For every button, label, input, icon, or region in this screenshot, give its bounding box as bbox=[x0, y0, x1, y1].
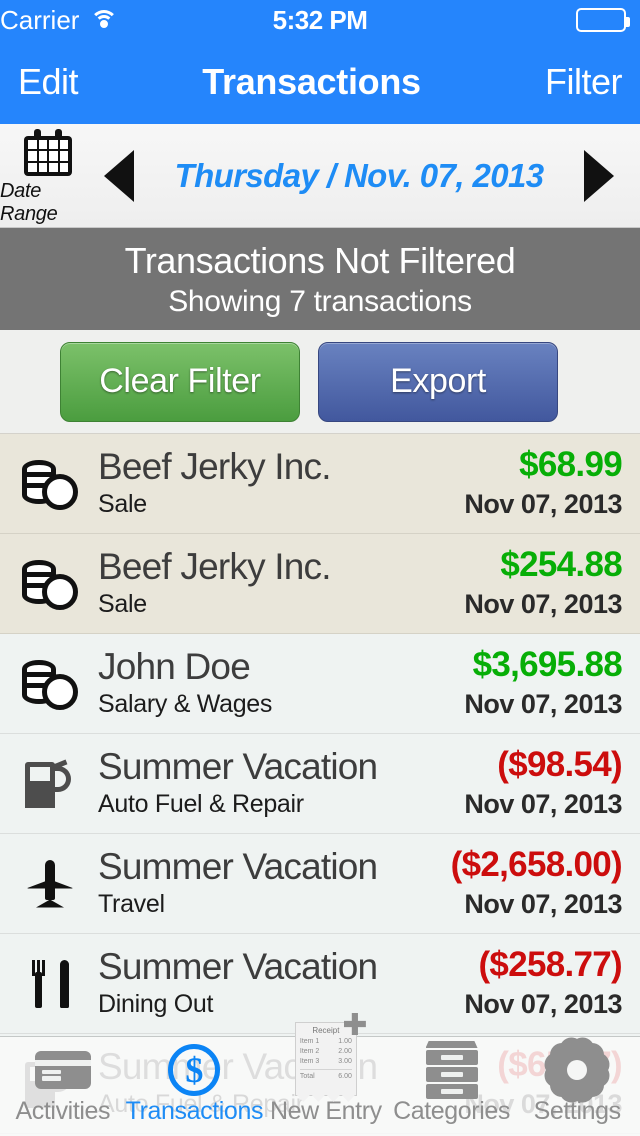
transaction-values: ($98.54) Nov 07, 2013 bbox=[464, 745, 622, 820]
edit-button[interactable]: Edit bbox=[18, 61, 79, 103]
tab-label: Activities bbox=[15, 1097, 111, 1125]
tab-categories[interactable]: Categories bbox=[389, 1041, 515, 1126]
transaction-amount: $254.88 bbox=[500, 545, 622, 585]
page-title: Transactions bbox=[202, 61, 421, 102]
transaction-icon bbox=[14, 658, 86, 710]
transaction-title: John Doe bbox=[98, 645, 251, 687]
tab-icon-wrapper: $ bbox=[168, 1044, 221, 1096]
transaction-category: Travel bbox=[98, 890, 165, 919]
tab-new-entry[interactable]: Receipt Item 1 1.00 Item 2 2.00 Item 3 3.00 Tot… bbox=[263, 1013, 389, 1126]
transaction-icon bbox=[14, 458, 86, 510]
tab-label: Transactions bbox=[125, 1097, 264, 1125]
transaction-category: Sale bbox=[98, 490, 147, 519]
filter-status-banner: Transactions Not Filtered Showing 7 tran… bbox=[0, 228, 640, 330]
transaction-category: Salary & Wages bbox=[98, 690, 273, 719]
transaction-amount: $68.99 bbox=[519, 445, 623, 485]
credit-card-icon bbox=[34, 1051, 91, 1089]
table-row[interactable]: Summer Vacation Dining Out ($258.77) Nov 07… bbox=[0, 934, 640, 1034]
navigation-bar: Edit Transactions Filter bbox=[0, 40, 640, 124]
transaction-details: Summer Vacation Dining Out bbox=[86, 945, 464, 1020]
clear-filter-button[interactable]: Clear Filter bbox=[60, 341, 300, 422]
table-row[interactable]: John Doe Salary & Wages $3,695.88 Nov 07, 2… bbox=[0, 634, 640, 734]
transaction-values: $254.88 Nov 07, 2013 bbox=[464, 545, 622, 620]
transaction-date: Nov 07, 2013 bbox=[464, 988, 622, 1019]
transaction-details: Beef Jerky Inc. Sale bbox=[86, 445, 464, 520]
tab-icon-wrapper bbox=[540, 1033, 615, 1107]
transaction-title: Beef Jerky Inc. bbox=[98, 445, 332, 487]
tab-bar: Activities $ Transactions Receipt Item 1 1.00… bbox=[0, 1013, 640, 1136]
file-cabinet-icon bbox=[425, 1041, 478, 1099]
tab-icon-wrapper bbox=[425, 1041, 478, 1099]
date-range-bar: Date Range Thursday / Nov. 07, 2013 bbox=[0, 124, 640, 228]
filter-button[interactable]: Filter bbox=[545, 61, 623, 103]
calendar-icon bbox=[23, 129, 73, 179]
clock-label: 5:32 PM bbox=[272, 4, 368, 35]
table-row[interactable]: Beef Jerky Inc. Sale $68.99 Nov 07, 2013 bbox=[0, 434, 640, 534]
transaction-details: Summer Vacation Travel bbox=[86, 845, 451, 920]
transaction-date: Nov 07, 2013 bbox=[464, 888, 622, 919]
transaction-date: Nov 07, 2013 bbox=[464, 488, 622, 519]
date-range-label: Date Range bbox=[0, 180, 58, 225]
dining-icon bbox=[28, 958, 72, 1010]
transaction-date: Nov 07, 2013 bbox=[464, 788, 622, 819]
coins-icon bbox=[22, 558, 78, 610]
transaction-title: Summer Vacation bbox=[98, 945, 378, 987]
export-button[interactable]: Export bbox=[318, 341, 558, 422]
transaction-category: Auto Fuel & Repair bbox=[98, 790, 304, 819]
transaction-icon bbox=[14, 758, 86, 810]
dollar-circle-icon: $ bbox=[168, 1044, 221, 1096]
gear-icon bbox=[540, 1033, 615, 1107]
transaction-icon bbox=[14, 958, 86, 1010]
transaction-details: John Doe Salary & Wages bbox=[86, 645, 464, 720]
transaction-title: Summer Vacation bbox=[98, 745, 378, 787]
coins-icon bbox=[22, 458, 78, 510]
transaction-category: Dining Out bbox=[98, 990, 214, 1019]
tab-icon-wrapper bbox=[34, 1045, 91, 1095]
transaction-details: Summer Vacation Auto Fuel & Repair bbox=[86, 745, 464, 820]
transaction-amount: ($258.77) bbox=[478, 945, 622, 985]
status-bar: Carrier 5:32 PM bbox=[0, 0, 640, 40]
transaction-icon bbox=[14, 558, 86, 610]
next-date-button[interactable] bbox=[584, 149, 614, 202]
transaction-values: ($258.77) Nov 07, 2013 bbox=[464, 945, 622, 1020]
table-row[interactable]: Beef Jerky Inc. Sale $254.88 Nov 07, 2013 bbox=[0, 534, 640, 634]
tab-activities[interactable]: Activities bbox=[0, 1045, 126, 1126]
transaction-count-text: Showing 7 transactions bbox=[168, 284, 472, 318]
transaction-values: $68.99 Nov 07, 2013 bbox=[464, 445, 623, 520]
transaction-amount: ($2,658.00) bbox=[450, 845, 623, 885]
current-date-label: Thursday / Nov. 07, 2013 bbox=[174, 156, 545, 194]
tab-label: New Entry bbox=[270, 1097, 382, 1125]
transaction-icon bbox=[14, 858, 86, 910]
receipt-plus-icon: Receipt Item 1 1.00 Item 2 2.00 Item 3 3.00 Tot… bbox=[294, 1013, 366, 1102]
transaction-amount: ($98.54) bbox=[497, 745, 622, 785]
tab-transactions[interactable]: $ Transactions bbox=[125, 1044, 264, 1126]
transaction-date: Nov 07, 2013 bbox=[464, 688, 622, 719]
tab-icon-wrapper: Receipt Item 1 1.00 Item 2 2.00 Item 3 3.00 Tot… bbox=[294, 1013, 366, 1102]
transaction-title: Beef Jerky Inc. bbox=[98, 545, 332, 587]
previous-date-button[interactable] bbox=[104, 149, 134, 202]
transaction-date: Nov 07, 2013 bbox=[464, 588, 622, 619]
coins-icon bbox=[22, 658, 78, 710]
transaction-values: $3,695.88 Nov 07, 2013 bbox=[464, 645, 623, 720]
fuel-icon bbox=[23, 758, 77, 810]
battery-icon bbox=[576, 8, 630, 32]
table-row[interactable]: Summer Vacation Travel ($2,658.00) Nov 07, … bbox=[0, 834, 640, 934]
actions-row: Clear Filter Export bbox=[0, 330, 640, 434]
transaction-amount: $3,695.88 bbox=[472, 645, 623, 685]
transaction-title: Summer Vacation bbox=[98, 845, 378, 887]
date-range-button[interactable]: Date Range bbox=[0, 125, 96, 226]
table-row[interactable]: Summer Vacation Auto Fuel & Repair ($98.54… bbox=[0, 734, 640, 834]
transaction-category: Sale bbox=[98, 590, 147, 619]
transaction-details: Beef Jerky Inc. Sale bbox=[86, 545, 464, 620]
transaction-values: ($2,658.00) Nov 07, 2013 bbox=[450, 845, 623, 920]
filter-status-text: Transactions Not Filtered bbox=[124, 239, 516, 281]
tab-label: Categories bbox=[393, 1097, 510, 1125]
tab-settings[interactable]: Settings bbox=[514, 1033, 640, 1126]
plane-icon bbox=[26, 858, 74, 910]
